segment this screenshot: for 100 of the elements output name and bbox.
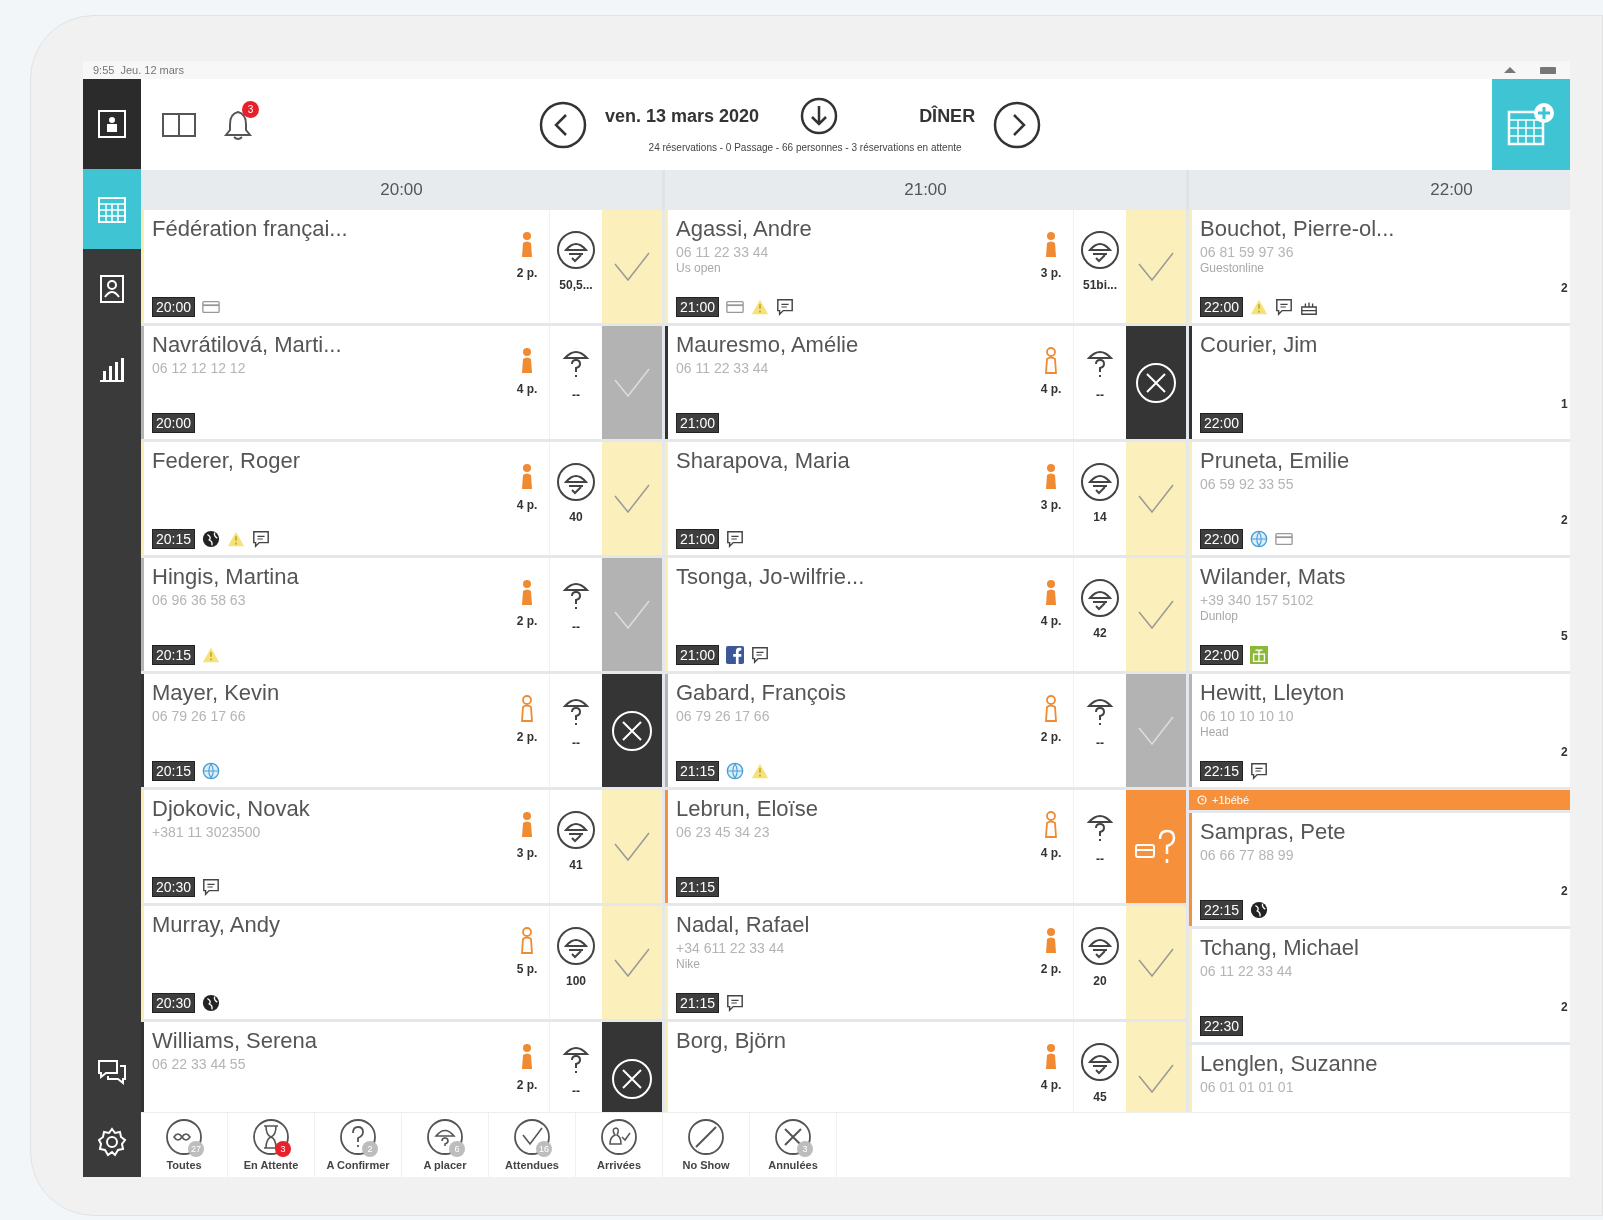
time-badge: 20:15 (152, 529, 196, 549)
booking-card[interactable]: Murray, Andy 20:30 5 p. 100 (141, 906, 662, 1019)
phone-number: +34 611 22 33 44 (676, 939, 786, 957)
booking-card[interactable]: Federer, Roger 20:15 4 p. 40 (141, 442, 662, 555)
guest-note: Nike (676, 957, 701, 971)
guest-name: Tsonga, Jo-wilfrie... (676, 563, 866, 591)
guest-name: Sharapova, Maria (676, 447, 851, 475)
guest-name: Sampras, Pete (1200, 818, 1347, 846)
message-icon (726, 994, 745, 1012)
book-icon[interactable] (161, 110, 197, 139)
booking-card[interactable]: Sampras, Pete 06 66 77 88 99 22:15 2 (1189, 813, 1570, 926)
chevron-right-icon (993, 100, 1042, 149)
phone-number: 06 11 22 33 44 (676, 243, 770, 261)
booking-card[interactable]: Fédération françai... 20:00 2 p. 50,5... (141, 210, 662, 323)
count-badge: 27 (188, 1141, 204, 1157)
previous-day-button[interactable] (539, 100, 587, 149)
add-booking-button[interactable] (1492, 79, 1570, 170)
guest-count: 4 p. (1040, 846, 1062, 860)
time-badge: 22:00 (1200, 297, 1244, 317)
filter-place-icon (425, 1117, 465, 1157)
guest-count: 2 p. (516, 1078, 538, 1092)
guest-name: Fédération françai... (152, 215, 349, 243)
booking-card[interactable]: Djokovic, Novak +381 11 3023500 20:30 3 p. 41 (141, 790, 662, 903)
chevron-left-icon (539, 100, 587, 149)
time-badge: 21:15 (676, 761, 720, 781)
warning-icon (227, 530, 246, 548)
booking-card[interactable]: Borg, Björn 4 p. 45 (665, 1022, 1186, 1112)
booking-card[interactable]: Courier, Jim 22:00 1 (1189, 326, 1570, 439)
booking-card[interactable]: Williams, Serena 06 22 33 44 55 2 p. -- (141, 1022, 662, 1112)
table-number: 45 (1093, 1090, 1107, 1104)
table-number: -- (1096, 852, 1104, 866)
booking-card[interactable]: Tsonga, Jo-wilfrie... 21:00 4 p. 42 (665, 558, 1186, 671)
table-number: 51bi... (1083, 278, 1117, 292)
booking-card[interactable]: Mayer, Kevin 06 79 26 17 66 20:15 2 p. -- (141, 674, 662, 787)
sidebar-item[interactable] (83, 79, 141, 169)
message-icon (1275, 298, 1294, 316)
time-slot-header: 20:00 (141, 170, 662, 210)
time-badge: 21:00 (676, 645, 720, 665)
status-button[interactable] (602, 674, 662, 787)
guest-note: Head (1200, 725, 1230, 739)
guest-name: Hewitt, Lleyton (1200, 679, 1346, 707)
booking-card[interactable]: Navrátilová, Marti... 06 12 12 12 12 20:00 4 p. -- (141, 326, 662, 439)
booking-card[interactable]: Agassi, Andre 06 11 22 33 44 Us open 21:00 3 p. 51bi... (665, 210, 1186, 323)
booking-card[interactable]: Tchang, Michael 06 11 22 33 44 22:30 2 (1189, 929, 1570, 1042)
filter-cancelled-icon (773, 1117, 813, 1157)
status-button[interactable] (602, 1022, 662, 1112)
phone-number: 06 79 26 17 66 (152, 707, 247, 725)
guest-count: 2 (1561, 281, 1568, 295)
booking-card[interactable]: Hingis, Martina 06 96 36 58 63 20:15 2 p. -- (141, 558, 662, 671)
social-icon (726, 646, 745, 664)
time-badge: 22:00 (1200, 529, 1244, 549)
message-icon (252, 530, 271, 548)
table-number: 14 (1093, 510, 1107, 524)
globe-icon (202, 762, 221, 780)
guest-name: Agassi, Andre (676, 215, 813, 243)
booking-card[interactable]: Wilander, Mats +39 340 157 5102 Dunlop 22:00 5 (1189, 558, 1570, 671)
guest-name: Tchang, Michael (1200, 934, 1360, 962)
cancel-icon (611, 1057, 653, 1100)
booking-card[interactable]: Nadal, Rafael +34 611 22 33 44 Nike 21:15 2 p. 20 (665, 906, 1186, 1019)
phone-number: +39 340 157 5102 (1200, 591, 1315, 609)
count-badge: 3 (797, 1141, 813, 1157)
status-button[interactable] (1126, 326, 1186, 439)
time-badge: 21:15 (676, 993, 720, 1013)
booking-card[interactable]: Sharapova, Maria 21:00 3 p. 14 (665, 442, 1186, 555)
filter-all-icon (164, 1117, 204, 1157)
time-badge: 20:00 (152, 413, 196, 433)
table-number: 100 (566, 974, 586, 988)
booking-card[interactable]: Gabard, François 06 79 26 17 66 21:15 2 p. -- (665, 674, 1186, 787)
booking-card[interactable]: Mauresmo, Amélie 06 11 22 33 44 21:00 4 p. -- (665, 326, 1186, 439)
phone-number: 06 10 10 10 10 (1200, 707, 1295, 725)
globe-icon (202, 530, 221, 548)
guest-name: Mayer, Kevin (152, 679, 281, 707)
guest-count: 2 (1561, 1000, 1568, 1014)
guest-note: Us open (676, 261, 722, 275)
guest-count: 2 (1561, 513, 1568, 527)
booking-card[interactable]: Hewitt, Lleyton 06 10 10 10 10 Head 22:15 2 (1189, 674, 1570, 787)
booking-card[interactable]: Lebrun, Eloïse 06 23 45 34 23 21:15 4 p. -- (665, 790, 1186, 903)
download-button[interactable] (799, 96, 840, 136)
booking-card[interactable]: Bouchot, Pierre-ol... 06 81 59 97 36 Guestonline 22:00 2 (1189, 210, 1570, 323)
filter-expected-icon (512, 1117, 552, 1157)
time-badge: 20:15 (152, 761, 196, 781)
guest-name: Lenglen, Suzanne (1200, 1050, 1379, 1078)
next-day-button[interactable] (993, 100, 1042, 149)
frame-icon (96, 108, 128, 140)
table-number: -- (1096, 736, 1104, 750)
time-badge: 20:00 (152, 297, 196, 317)
cancel-icon (611, 709, 653, 752)
count-badge: 2 (362, 1141, 378, 1157)
phone-number: 06 81 59 97 36 (1200, 243, 1295, 261)
table-number: -- (572, 388, 580, 402)
guest-name: Gabard, François (676, 679, 847, 707)
guest-name: Williams, Serena (152, 1027, 319, 1055)
booking-card[interactable]: Lenglen, Suzanne 06 01 01 01 01 (1189, 1045, 1570, 1112)
table-number: -- (572, 1084, 580, 1098)
message-icon (1250, 762, 1269, 780)
booking-card[interactable]: Pruneta, Emilie 06 59 92 33 55 22:00 2 (1189, 442, 1570, 555)
status-date: Jeu. 12 mars (120, 64, 184, 76)
time-badge: 21:00 (676, 529, 720, 549)
guest-name: Murray, Andy (152, 911, 281, 939)
guest-name: Pruneta, Emilie (1200, 447, 1351, 475)
